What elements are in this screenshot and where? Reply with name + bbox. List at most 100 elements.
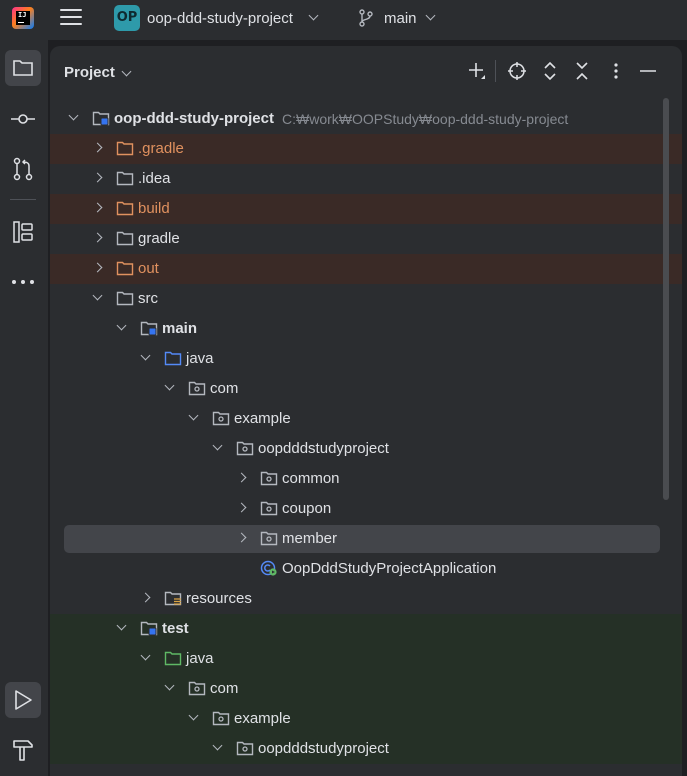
tree-row[interactable]: test bbox=[50, 614, 682, 644]
more-dots-icon bbox=[12, 280, 34, 284]
package-icon bbox=[236, 441, 254, 456]
chevron-down-icon[interactable] bbox=[164, 680, 175, 691]
chevron-right-icon[interactable] bbox=[92, 142, 103, 153]
chevron-down-icon[interactable] bbox=[308, 10, 319, 21]
chevron-down-icon[interactable] bbox=[212, 440, 223, 451]
chevron-right-icon[interactable] bbox=[236, 472, 247, 483]
hide-panel-icon[interactable] bbox=[638, 61, 658, 81]
package-icon bbox=[260, 501, 278, 516]
commit-icon bbox=[11, 114, 35, 124]
chevron-down-icon[interactable] bbox=[164, 380, 175, 391]
run-icon bbox=[15, 690, 32, 710]
tree-row[interactable]: build bbox=[50, 194, 682, 224]
collapse-all-icon[interactable] bbox=[572, 61, 592, 81]
tree-item-label: test bbox=[162, 620, 189, 637]
chevron-right-icon[interactable] bbox=[92, 232, 103, 243]
tree-row[interactable]: .idea bbox=[50, 164, 682, 194]
chevron-right-icon[interactable] bbox=[236, 502, 247, 513]
tree-row[interactable]: resources bbox=[50, 584, 682, 614]
tree-row[interactable]: src bbox=[50, 284, 682, 314]
source-folder-icon bbox=[164, 351, 182, 366]
project-tool-button[interactable] bbox=[5, 50, 41, 86]
run-tool-button[interactable] bbox=[5, 682, 41, 718]
tree-item-label: .gradle bbox=[138, 140, 184, 157]
tree-row[interactable]: member bbox=[50, 524, 682, 554]
tree-item-label: src bbox=[138, 290, 158, 307]
tree-row[interactable]: com bbox=[50, 674, 682, 704]
chevron-down-icon[interactable] bbox=[188, 710, 199, 721]
tree-item-label: java bbox=[186, 650, 214, 667]
branch-switcher[interactable]: main bbox=[384, 10, 417, 27]
tree-row[interactable]: OopDddStudyProjectApplication bbox=[50, 554, 682, 584]
expand-all-icon[interactable] bbox=[540, 61, 560, 81]
more-tool-windows-button[interactable] bbox=[5, 264, 41, 300]
tree-row[interactable]: .gradle bbox=[50, 134, 682, 164]
tree-row[interactable]: coupon bbox=[50, 494, 682, 524]
panel-title[interactable]: Project bbox=[64, 64, 115, 81]
project-badge[interactable]: OP bbox=[114, 5, 140, 31]
tree-item-label: gradle bbox=[138, 230, 180, 247]
tree-item-label: com bbox=[210, 680, 239, 697]
tree-item-label: member bbox=[282, 530, 338, 547]
tree-row[interactable]: java bbox=[50, 344, 682, 374]
package-icon bbox=[188, 381, 206, 396]
chevron-down-icon[interactable] bbox=[140, 650, 151, 661]
tree-row[interactable]: oop-ddd-study-project C:₩work₩OOPStudy₩oo… bbox=[50, 104, 682, 134]
locate-icon[interactable] bbox=[507, 61, 527, 81]
tree-item-label: com bbox=[210, 380, 239, 397]
chevron-down-icon[interactable] bbox=[140, 350, 151, 361]
spring-boot-class-icon bbox=[260, 560, 277, 576]
tree-row[interactable]: oopdddstudyproject bbox=[50, 434, 682, 464]
tree-item-label: common bbox=[282, 470, 340, 487]
commit-tool-button[interactable] bbox=[5, 101, 41, 137]
module-folder-icon bbox=[92, 111, 110, 126]
git-branch-icon[interactable] bbox=[358, 9, 374, 27]
chevron-down-icon[interactable] bbox=[92, 290, 103, 301]
options-menu-icon[interactable] bbox=[606, 61, 626, 81]
resources-folder-icon bbox=[164, 591, 182, 606]
chevron-down-icon[interactable] bbox=[68, 110, 79, 121]
tree-item-label: example bbox=[234, 710, 291, 727]
tree-item-label: out bbox=[138, 260, 159, 277]
tree-row[interactable]: java bbox=[50, 644, 682, 674]
vertical-scrollbar[interactable] bbox=[663, 98, 669, 500]
tree-item-label: build bbox=[138, 200, 170, 217]
tree-item-label: oopdddstudyproject bbox=[258, 440, 389, 457]
header-divider bbox=[495, 60, 496, 82]
chevron-down-icon[interactable] bbox=[212, 740, 223, 751]
tree-row[interactable]: gradle bbox=[50, 224, 682, 254]
build-tool-button[interactable] bbox=[5, 732, 41, 768]
main-menu-icon[interactable] bbox=[60, 9, 82, 27]
chevron-down-icon[interactable] bbox=[121, 66, 132, 77]
package-icon bbox=[260, 531, 278, 546]
tree-row[interactable]: oopdddstudyproject bbox=[50, 734, 682, 764]
structure-tool-button[interactable] bbox=[5, 214, 41, 250]
chevron-down-icon[interactable] bbox=[116, 620, 127, 631]
chevron-right-icon[interactable] bbox=[92, 172, 103, 183]
chevron-down-icon[interactable] bbox=[188, 410, 199, 421]
tree-row[interactable]: example bbox=[50, 404, 682, 434]
tree-item-label: resources bbox=[186, 590, 252, 607]
new-file-icon[interactable] bbox=[467, 61, 487, 81]
chevron-down-icon[interactable] bbox=[116, 320, 127, 331]
excluded-folder-icon bbox=[116, 261, 134, 276]
project-path: C:₩work₩OOPStudy₩oop-ddd-study-project bbox=[282, 111, 569, 127]
tree-item-label: .idea bbox=[138, 170, 171, 187]
chevron-right-icon[interactable] bbox=[92, 202, 103, 213]
chevron-right-icon[interactable] bbox=[92, 262, 103, 273]
tree-row[interactable]: example bbox=[50, 704, 682, 734]
intellij-logo-icon[interactable]: IJ bbox=[12, 7, 34, 29]
strip-divider bbox=[10, 199, 36, 200]
tree-row[interactable]: common bbox=[50, 464, 682, 494]
chevron-right-icon[interactable] bbox=[140, 592, 151, 603]
tree-row[interactable]: com bbox=[50, 374, 682, 404]
tree-item-label: main bbox=[162, 320, 198, 337]
module-folder-icon bbox=[140, 321, 158, 336]
structure-icon bbox=[13, 221, 33, 243]
chevron-down-icon[interactable] bbox=[425, 10, 436, 21]
tree-row[interactable]: main bbox=[50, 314, 682, 344]
folder-icon bbox=[116, 231, 134, 246]
tree-row[interactable]: out bbox=[50, 254, 682, 284]
project-switcher[interactable]: oop-ddd-study-project bbox=[147, 10, 293, 27]
pull-requests-tool-button[interactable] bbox=[5, 151, 41, 187]
